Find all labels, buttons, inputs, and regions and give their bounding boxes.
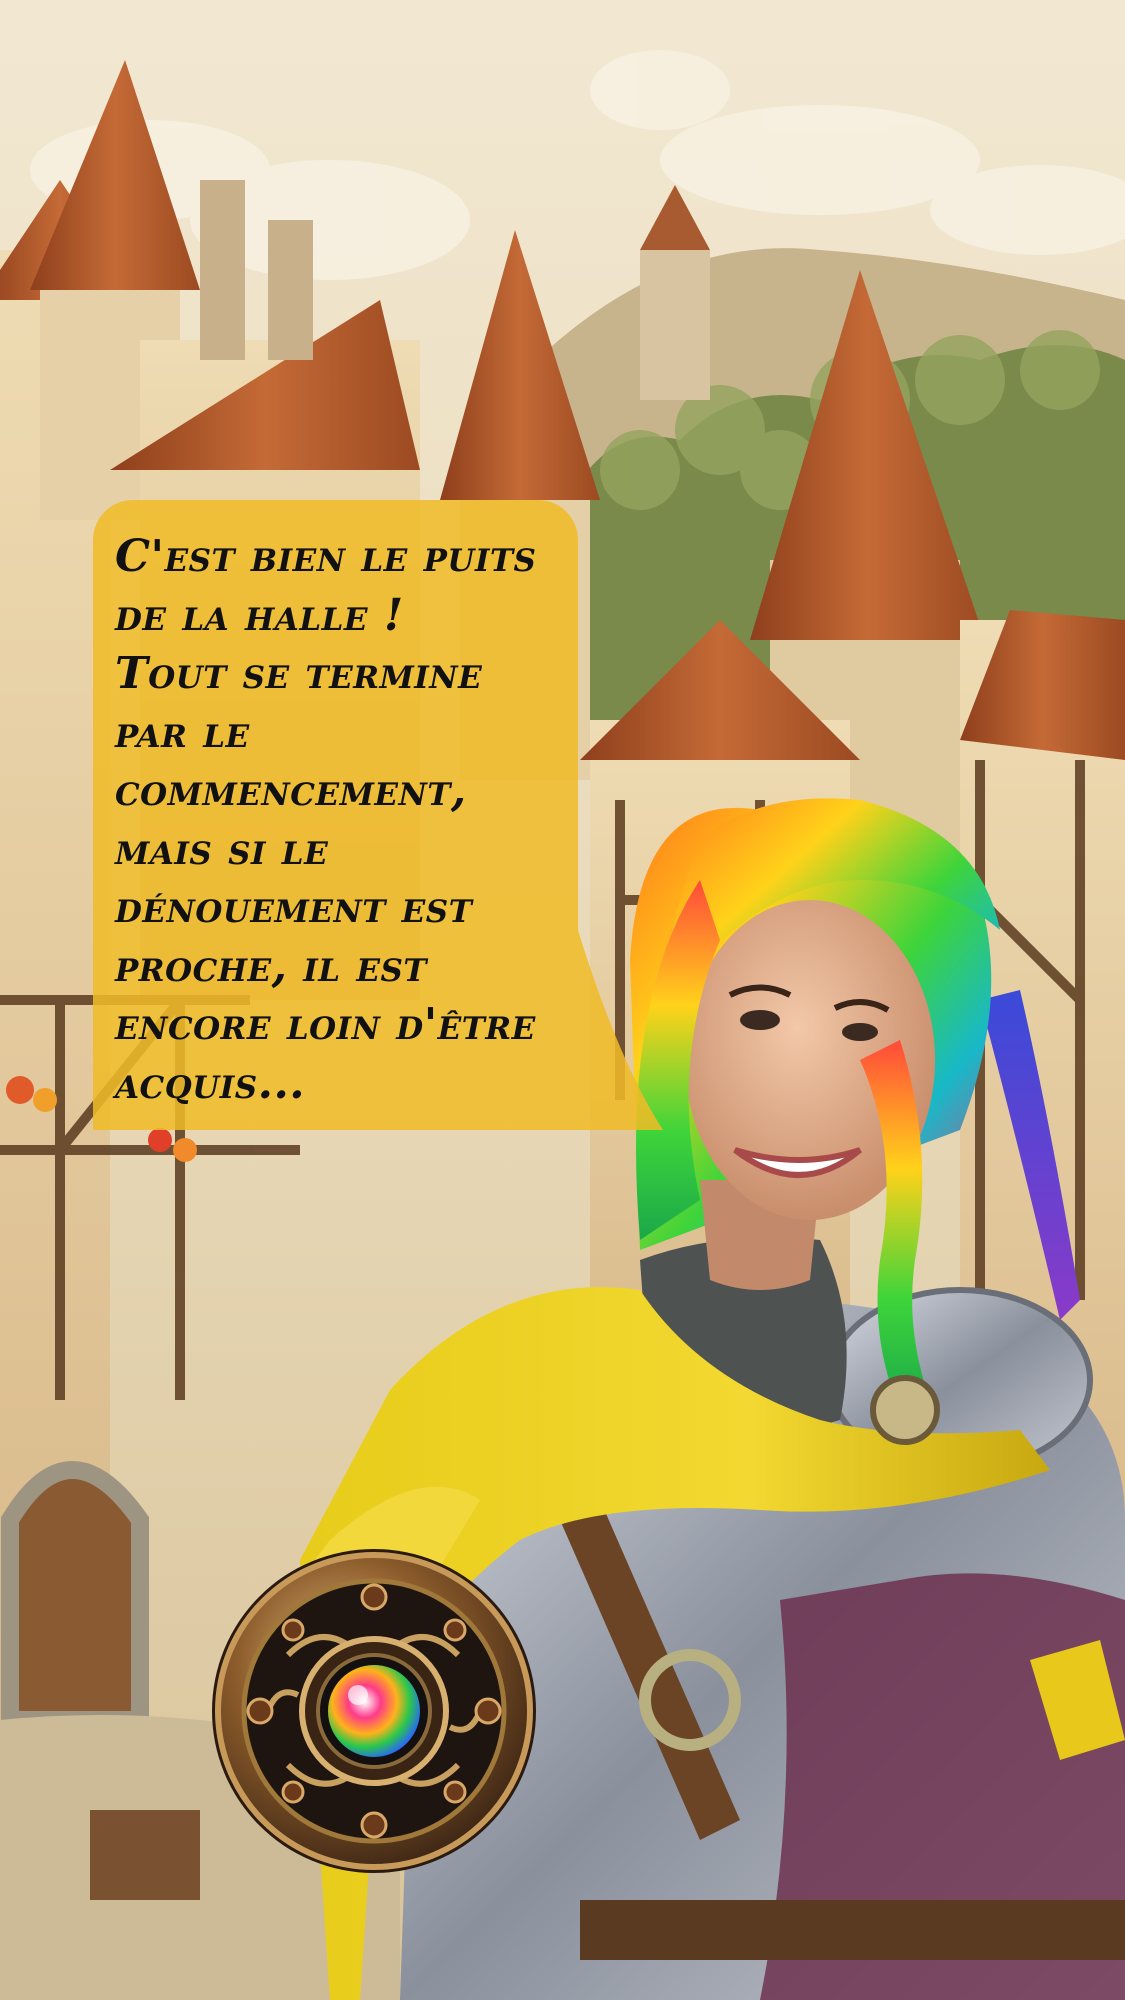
dialogue-speech-bubble[interactable]: C'est bien le puits de la halle ! Tout s… — [93, 500, 578, 1130]
dialogue-text: C'est bien le puits de la halle ! Tout s… — [115, 531, 537, 1109]
game-scene: C'est bien le puits de la halle ! Tout s… — [0, 0, 1125, 2000]
rainbow-gem-medallion-icon[interactable] — [208, 1545, 540, 1877]
speech-bubble-tail — [578, 930, 663, 1130]
